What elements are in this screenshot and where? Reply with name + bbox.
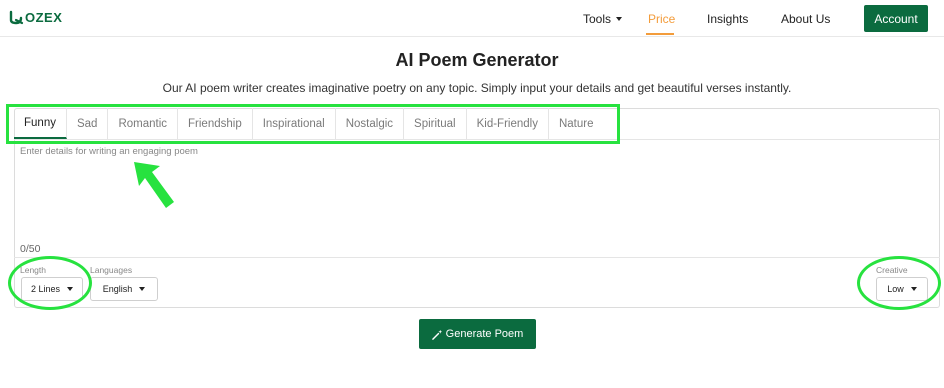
generate-poem-button[interactable]: Generate Poem xyxy=(419,319,536,349)
creative-select[interactable]: Low xyxy=(876,277,928,301)
tab-sad[interactable]: Sad xyxy=(67,108,109,139)
poem-details-input[interactable] xyxy=(20,146,920,242)
creative-label: Creative xyxy=(876,265,908,275)
caret-down-icon xyxy=(616,17,623,21)
logo[interactable]: ozex xyxy=(8,9,62,25)
tab-romantic[interactable]: Romantic xyxy=(108,108,179,139)
tab-nostalgic[interactable]: Nostalgic xyxy=(336,108,405,139)
page-subtitle: Our AI poem writer creates imaginative p… xyxy=(162,81,792,95)
options-divider xyxy=(14,257,940,258)
languages-select[interactable]: English xyxy=(90,277,158,301)
poem-style-tabs: Funny Sad Romantic Friendship Inspiratio… xyxy=(14,108,604,139)
tab-friendship[interactable]: Friendship xyxy=(178,108,253,139)
account-button[interactable]: Account xyxy=(864,5,928,32)
creative-value: Low xyxy=(887,284,904,294)
length-label: Length xyxy=(20,265,46,275)
length-value: 2 Lines xyxy=(30,284,61,294)
languages-label: Languages xyxy=(90,265,133,275)
page-title: AI Poem Generator xyxy=(395,50,559,70)
navbar: ozex Tools Price Insights About Us Accou… xyxy=(0,0,944,37)
tabs-divider xyxy=(14,139,940,140)
tab-funny[interactable]: Funny xyxy=(14,108,67,139)
char-count: 0/50 xyxy=(20,243,41,255)
tab-nature[interactable]: Nature xyxy=(549,108,604,139)
length-select[interactable]: 2 Lines xyxy=(21,277,83,301)
caret-down-icon xyxy=(67,287,74,291)
tab-kid-friendly[interactable]: Kid-Friendly xyxy=(467,108,549,139)
caret-down-icon xyxy=(139,287,146,291)
nav-insights[interactable]: Insights xyxy=(707,12,748,26)
nav-tools[interactable]: Tools xyxy=(583,12,623,26)
logo-mark-icon xyxy=(9,10,24,25)
languages-value: English xyxy=(102,284,133,294)
tab-inspirational[interactable]: Inspirational xyxy=(253,108,336,139)
magic-wand-icon xyxy=(431,329,442,340)
generate-poem-label: Generate Poem xyxy=(445,328,524,340)
caret-down-icon xyxy=(910,287,917,291)
nav-about-us[interactable]: About Us xyxy=(781,12,830,26)
nav-tools-label: Tools xyxy=(583,12,612,26)
tab-spiritual[interactable]: Spiritual xyxy=(404,108,467,139)
nav-active-indicator xyxy=(646,33,674,35)
nav-price[interactable]: Price xyxy=(648,12,675,26)
logo-text: ozex xyxy=(25,9,63,25)
